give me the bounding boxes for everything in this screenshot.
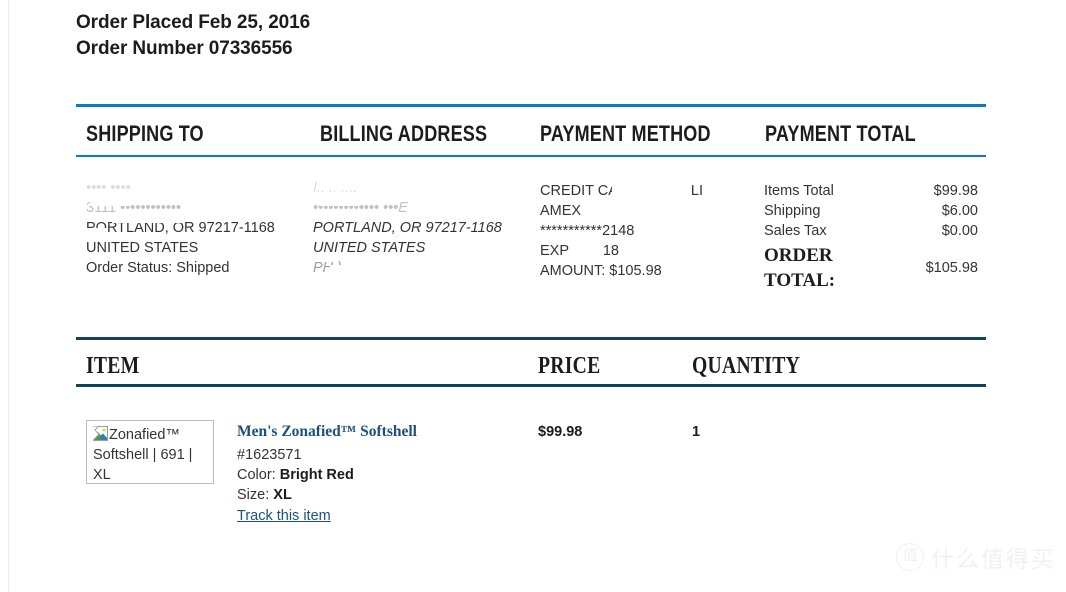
total-row-value: $99.98 [933,183,978,199]
track-this-item-link[interactable]: Track this item [237,506,331,526]
redaction-mask [112,214,182,223]
total-row-label: Sales Tax [764,223,827,239]
total-row-value: $0.00 [941,223,978,239]
total-row-label: Shipping [764,203,821,219]
order-meta: Order Placed Feb 25, 2016 Order Number 0… [76,10,676,62]
item-size: Size: XL [237,485,517,505]
billing-name-redacted: I.. .. .... [313,180,358,196]
column-header-payment-method: PAYMENT METHOD [540,121,711,146]
item-price: $99.98 [538,424,583,440]
item-table-top-rule [76,337,986,340]
site-watermark: 值 什么值得买 [896,540,1056,574]
total-row: Items Total $99.98 [764,181,978,201]
column-header-shipping-to: SHIPPING TO [86,121,204,146]
column-header-quantity: QUANTITY [692,353,801,379]
redaction-mask [320,196,360,206]
payment-method-block: CREDIT CARD LI AMEX ***********2148 EXP … [540,181,703,281]
watermark-text: 什么值得买 [931,547,1056,573]
redaction-mask [90,197,130,206]
redaction-mask [86,228,108,234]
billing-city-state-zip: PORTLAND, OR 97217-1168 [313,220,502,236]
total-row-value: $6.00 [941,203,978,219]
redaction-mask [570,243,602,257]
billing-address-block: I.. .. .... ••••••••••••• •••E PORTLAND,… [313,178,502,278]
column-header-price: PRICE [538,353,601,379]
item-quantity: 1 [692,424,701,440]
order-total-label: ORDER TOTAL: [764,245,836,291]
column-header-payment-total: PAYMENT TOTAL [765,121,916,146]
item-size-value: XL [273,487,292,503]
item-title[interactable]: Men's Zonafied™ Softshell [237,421,517,442]
payment-card-brand: AMEX [540,203,582,219]
payment-amount: AMOUNT: $105.98 [540,263,662,279]
payment-card-type-suffix: LI [690,183,703,199]
order-total-row: ORDER TOTAL: $105.98 [764,243,978,293]
summary-table-bottom-rule [76,155,986,157]
order-total-value: $105.98 [925,260,978,276]
shipping-address-block: •••• •••• 3111 •••••••••••• PORTLAND, OR… [86,178,275,278]
summary-table-top-rule [76,104,986,107]
total-row: Sales Tax $0.00 [764,221,978,241]
watermark-logo-icon: 值 [896,543,924,571]
item-color-label: Color: [237,467,276,483]
broken-image-icon [92,425,108,441]
item-thumbnail-placeholder[interactable]: Zonafied™ Softshell | 691 | XL [86,420,214,484]
shipping-order-status: Order Status: Shipped [86,260,230,276]
item-table-bottom-rule [76,384,986,387]
item-size-label: Size: [237,487,270,503]
shipping-country: UNITED STATES [86,240,199,256]
column-header-item: ITEM [86,353,140,379]
payment-card-expiry-label: EXP [540,243,569,259]
order-number: Order Number 07336556 [76,38,293,59]
redaction-mask [612,182,670,196]
redaction-mask [330,265,420,277]
total-row-label: Items Total [764,183,834,199]
order-placed-date: Order Placed Feb 25, 2016 [76,12,311,33]
billing-country: UNITED STATES [313,240,426,256]
item-color: Color: Bright Red [237,465,517,485]
shipping-name-redacted: •••• •••• [86,180,131,196]
item-info-block: Men's Zonafied™ Softshell #1623571 Color… [237,421,517,526]
payment-card-expiry: EXP 18 [540,241,703,261]
total-row: Shipping $6.00 [764,201,978,221]
payment-total-block: Items Total $99.98 Shipping $6.00 Sales … [764,181,978,293]
payment-card-expiry-value: 18 [602,243,619,259]
order-detail-sheet: Order Placed Feb 25, 2016 Order Number 0… [0,0,1066,592]
payment-card-number: ***********2148 [540,223,635,239]
item-color-value: Bright Red [279,467,354,483]
item-sku: #1623571 [237,447,302,463]
column-header-billing-address: BILLING ADDRESS [320,121,488,146]
